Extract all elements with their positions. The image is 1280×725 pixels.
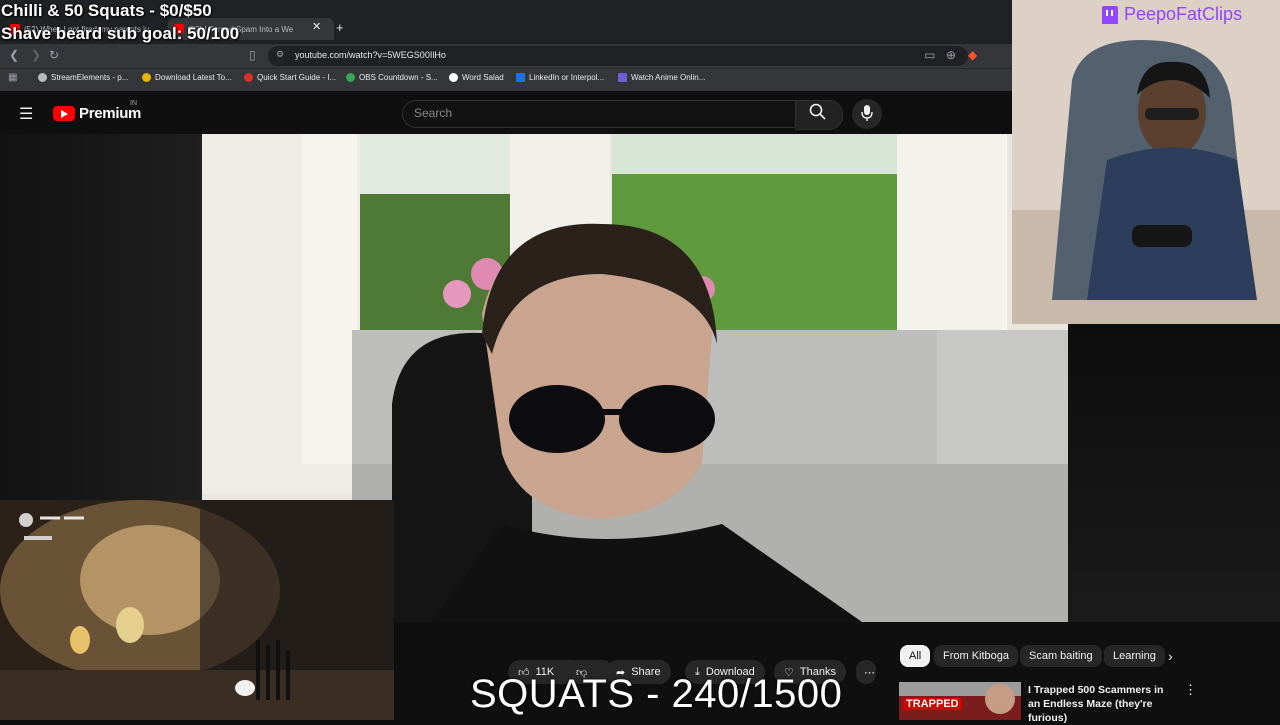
close-tab-icon[interactable]: ✕ <box>312 20 321 33</box>
forward-icon[interactable]: ❯ <box>31 48 41 62</box>
more-actions-button[interactable]: ⋯ <box>856 660 876 684</box>
apps-grid-icon[interactable]: ▦ <box>8 72 17 83</box>
bookmark-icon[interactable]: ▯ <box>249 48 256 62</box>
game-frame <box>0 500 394 720</box>
kebab-menu-icon[interactable]: ⋮ <box>1184 682 1197 698</box>
search-icon <box>808 102 828 127</box>
squat-counter: SQUATS - 240/1500 <box>470 672 843 716</box>
search-placeholder: Search <box>414 106 453 120</box>
chip-all[interactable]: All <box>900 645 931 667</box>
twitch-icon <box>1102 5 1118 24</box>
bookmark-label: OBS Countdown - S... <box>359 73 438 82</box>
search-input[interactable] <box>402 100 796 128</box>
bookmark-item[interactable]: Download Latest To... <box>142 73 232 82</box>
bookmark-item[interactable]: Word Salad <box>449 73 504 82</box>
hamburger-menu-icon[interactable]: ☰ <box>19 104 33 124</box>
cast-icon[interactable]: ▭ <box>924 48 935 62</box>
bookmark-item[interactable]: LinkedIn or Interpol... <box>516 73 604 82</box>
bookmark-label: Watch Anime Onlin... <box>631 73 706 82</box>
brave-shield-icon[interactable]: ◆ <box>968 48 977 62</box>
url-text: youtube.com/watch?v=5WEGS00IlHo <box>295 50 446 60</box>
bookmark-label: Word Salad <box>462 73 504 82</box>
thumbnail-text: TRAPPED <box>903 698 962 710</box>
sub-goal-text: Shave beard sub goal: 50/100 <box>1 24 240 43</box>
right-ambient-panel <box>1068 324 1280 622</box>
recommendation-thumbnail[interactable]: TRAPPED <box>899 682 1021 720</box>
chip-from-kitboga[interactable]: From Kitboga <box>934 645 1019 667</box>
bookmark-label: StreamElements - p... <box>51 73 129 82</box>
reload-icon[interactable]: ↻ <box>49 48 59 62</box>
microphone-icon <box>861 104 873 127</box>
region-code: IN <box>130 100 137 107</box>
play-triangle-icon <box>61 110 68 118</box>
bookmark-item[interactable]: Quick Start Guide - I... <box>244 73 336 82</box>
bookmark-item[interactable]: StreamElements - p... <box>38 73 128 82</box>
bookmark-label: LinkedIn or Interpol... <box>529 73 605 82</box>
chevron-right-icon[interactable]: › <box>1168 648 1173 664</box>
chip-learning[interactable]: Learning <box>1104 645 1165 667</box>
bookmark-item[interactable]: Watch Anime Onlin... <box>618 73 705 82</box>
back-icon[interactable]: ❮ <box>9 48 19 62</box>
game-capture-overlay <box>0 500 394 720</box>
webcam-frame <box>1012 0 1280 324</box>
chip-scam-baiting[interactable]: Scam baiting <box>1020 645 1102 667</box>
more-dots-icon: ⋯ <box>864 666 875 679</box>
new-tab-icon[interactable]: + <box>336 20 344 35</box>
bookmark-item[interactable]: OBS Countdown - S... <box>346 73 438 82</box>
webcam-overlay <box>1012 0 1280 324</box>
channel-watermark: PeepoFatClips <box>1102 4 1242 25</box>
donation-goal-text: Chilli & 50 Squats - $0/$50 <box>1 1 212 20</box>
youtube-brand-text[interactable]: Premium <box>79 105 141 122</box>
site-settings-icon[interactable]: ⚙ <box>276 49 284 60</box>
channel-name: PeepoFatClips <box>1124 4 1243 24</box>
bookmark-label: Download Latest To... <box>155 73 232 82</box>
bookmark-label: Quick Start Guide - I... <box>257 73 337 82</box>
left-ambient-panel <box>0 134 202 500</box>
zoom-icon[interactable]: ⊕ <box>946 48 956 62</box>
recommendation-title[interactable]: I Trapped 500 Scammers in an Endless Maz… <box>1028 683 1176 725</box>
